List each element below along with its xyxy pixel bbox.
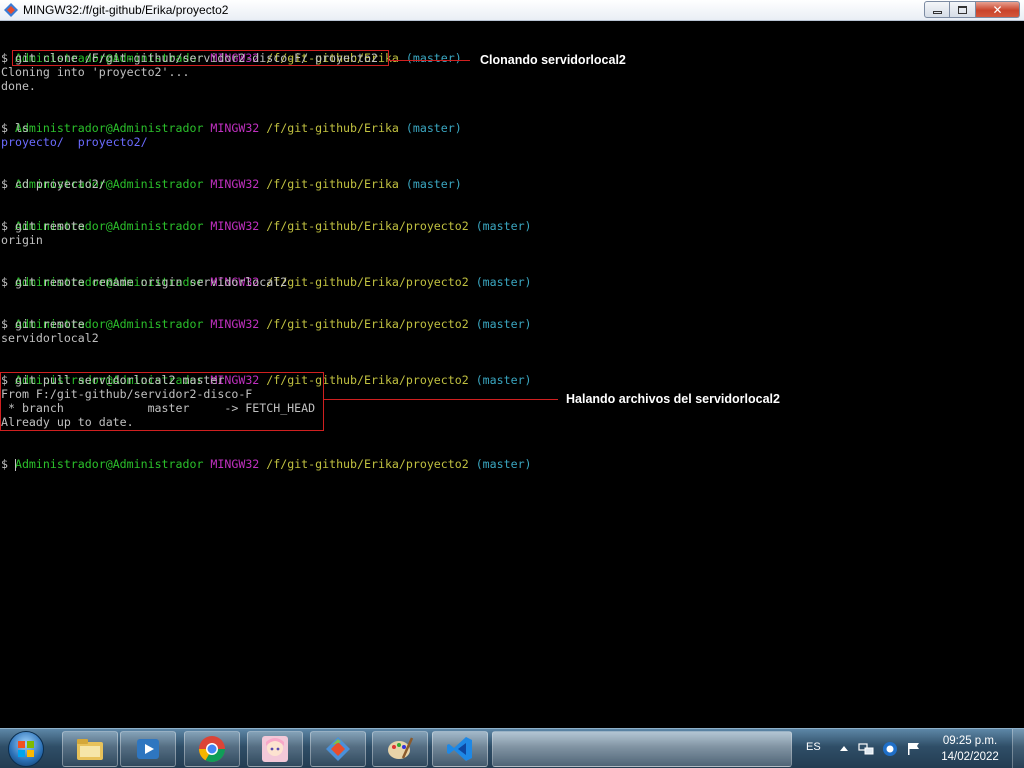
prompt-line: Administrador@Administrador MINGW32 /f/g… [1,303,532,331]
prompt-env: MINGW32 [210,219,260,233]
taskbar-vscode[interactable] [432,731,488,767]
ls-directory: proyecto/ [1,135,64,149]
prompt-env: MINGW32 [210,317,260,331]
close-button[interactable]: ✕ [976,1,1020,18]
chrome-icon [198,736,226,763]
prompt-env: MINGW32 [210,177,260,191]
git-bash-icon [4,3,18,17]
final-prompt: $ [1,457,15,471]
prompt-branch: (master) [475,275,532,289]
pull-annotation: Halando archivos del servidorlocal2 [566,392,780,406]
prompt-line: Administrador@Administrador MINGW32 /f/g… [1,359,532,387]
clone-highlight-box [12,50,389,66]
prompt-line: Administrador@Administrador MINGW32 /f/g… [1,261,532,289]
minimize-button[interactable] [924,1,950,18]
prompt-env: MINGW32 [210,457,260,471]
action-center-flag-icon[interactable] [906,741,922,757]
start-button[interactable] [4,729,48,768]
prompt-path: /f/git-github/Erika/proyecto2 [266,457,469,471]
taskbar: ES 09:25 p.m. 14/02/2022 [0,728,1024,768]
prompt-path: /f/git-github/Erika/proyecto2 [266,219,469,233]
taskbar-media-player[interactable] [120,731,176,767]
prompt-line: Administrador@Administrador MINGW32 /f/g… [1,205,532,233]
command-line: $ cd proyecto2/ [1,177,106,191]
git-gui-icon [326,737,350,761]
update-icon[interactable] [882,741,898,757]
minimize-icon [932,11,942,14]
clone-leader-line [389,60,470,61]
clock-date: 14/02/2022 [941,751,999,763]
show-hidden-icons-icon[interactable] [836,741,852,757]
prompt-branch: (master) [475,457,532,471]
prompt-path: /f/git-github/Erika [266,121,399,135]
network-icon[interactable] [858,741,874,757]
clone-annotation: Clonando servidorlocal2 [480,53,626,67]
windows-logo-icon [8,731,44,767]
window-title: MINGW32:/f/git-github/Erika/proyecto2 [23,3,229,17]
prompt-path: /f/git-github/Erika/proyecto2 [266,317,469,331]
restore-icon [958,5,967,14]
prompt-line: Administrador@Administrador MINGW32 /f/g… [1,37,462,65]
output-line: done. [1,79,36,93]
prompt-branch: (master) [405,51,462,65]
prompt-line: Administrador@Administrador MINGW32 /f/g… [1,163,462,191]
prompt-branch: (master) [405,121,462,135]
prompt-env: MINGW32 [210,121,260,135]
ls-directory: proyecto2/ [77,135,148,149]
folder-icon [77,739,103,760]
media-player-icon [137,739,159,759]
output-line: origin [1,233,43,247]
prompt-line: Administrador@Administrador MINGW32 /f/g… [1,107,462,135]
pull-leader-line [324,399,558,400]
prompt-path: /f/git-github/Erika/proyecto2 [266,275,469,289]
window-controls: ✕ [924,1,1020,18]
prompt-branch: (master) [475,373,532,387]
command-input-line[interactable]: $ [1,457,16,471]
taskbar-git[interactable] [310,731,366,767]
language-indicator[interactable]: ES [806,741,821,753]
system-clock[interactable]: 09:25 p.m. 14/02/2022 [930,733,1010,765]
close-icon: ✕ [992,2,1003,17]
paint-palette-icon [388,737,414,759]
text-cursor [14,458,16,471]
prompt-branch: (master) [475,317,532,331]
prompt-user: Administrador@Administrador [14,121,204,135]
pull-highlight-box [0,372,324,431]
command-line: $ git remote [1,219,85,233]
output-line: servidorlocal2 [1,331,99,345]
output-line: proyecto/ proyecto2/ [1,135,148,149]
command-line: $ ls [1,121,29,135]
command-line: $ git remote [1,317,85,331]
output-line: Cloning into 'proyecto2'... [1,65,190,79]
taskbar-chrome[interactable] [184,731,240,767]
taskbar-paint[interactable] [372,731,428,767]
taskbar-app-anime[interactable] [247,731,303,767]
terminal-scrollbar[interactable] [1008,21,1024,728]
taskbar-file-explorer[interactable] [62,731,118,767]
window-titlebar[interactable]: MINGW32:/f/git-github/Erika/proyecto2 ✕ [0,0,1024,21]
prompt-path: /f/git-github/Erika [266,177,399,191]
show-desktop-button[interactable] [1012,729,1024,768]
prompt-user: Administrador@Administrador [14,457,204,471]
clock-time: 09:25 p.m. [942,735,998,747]
prompt-branch: (master) [475,219,532,233]
anime-avatar-icon [262,736,288,762]
prompt-line: Administrador@Administrador MINGW32 /f/g… [1,443,532,471]
command-line: $ git remote rename origin servidorlocal… [1,275,288,289]
restore-button[interactable] [950,1,976,18]
taskbar-active-window[interactable] [492,731,792,767]
vscode-icon [447,737,472,761]
prompt-branch: (master) [405,177,462,191]
